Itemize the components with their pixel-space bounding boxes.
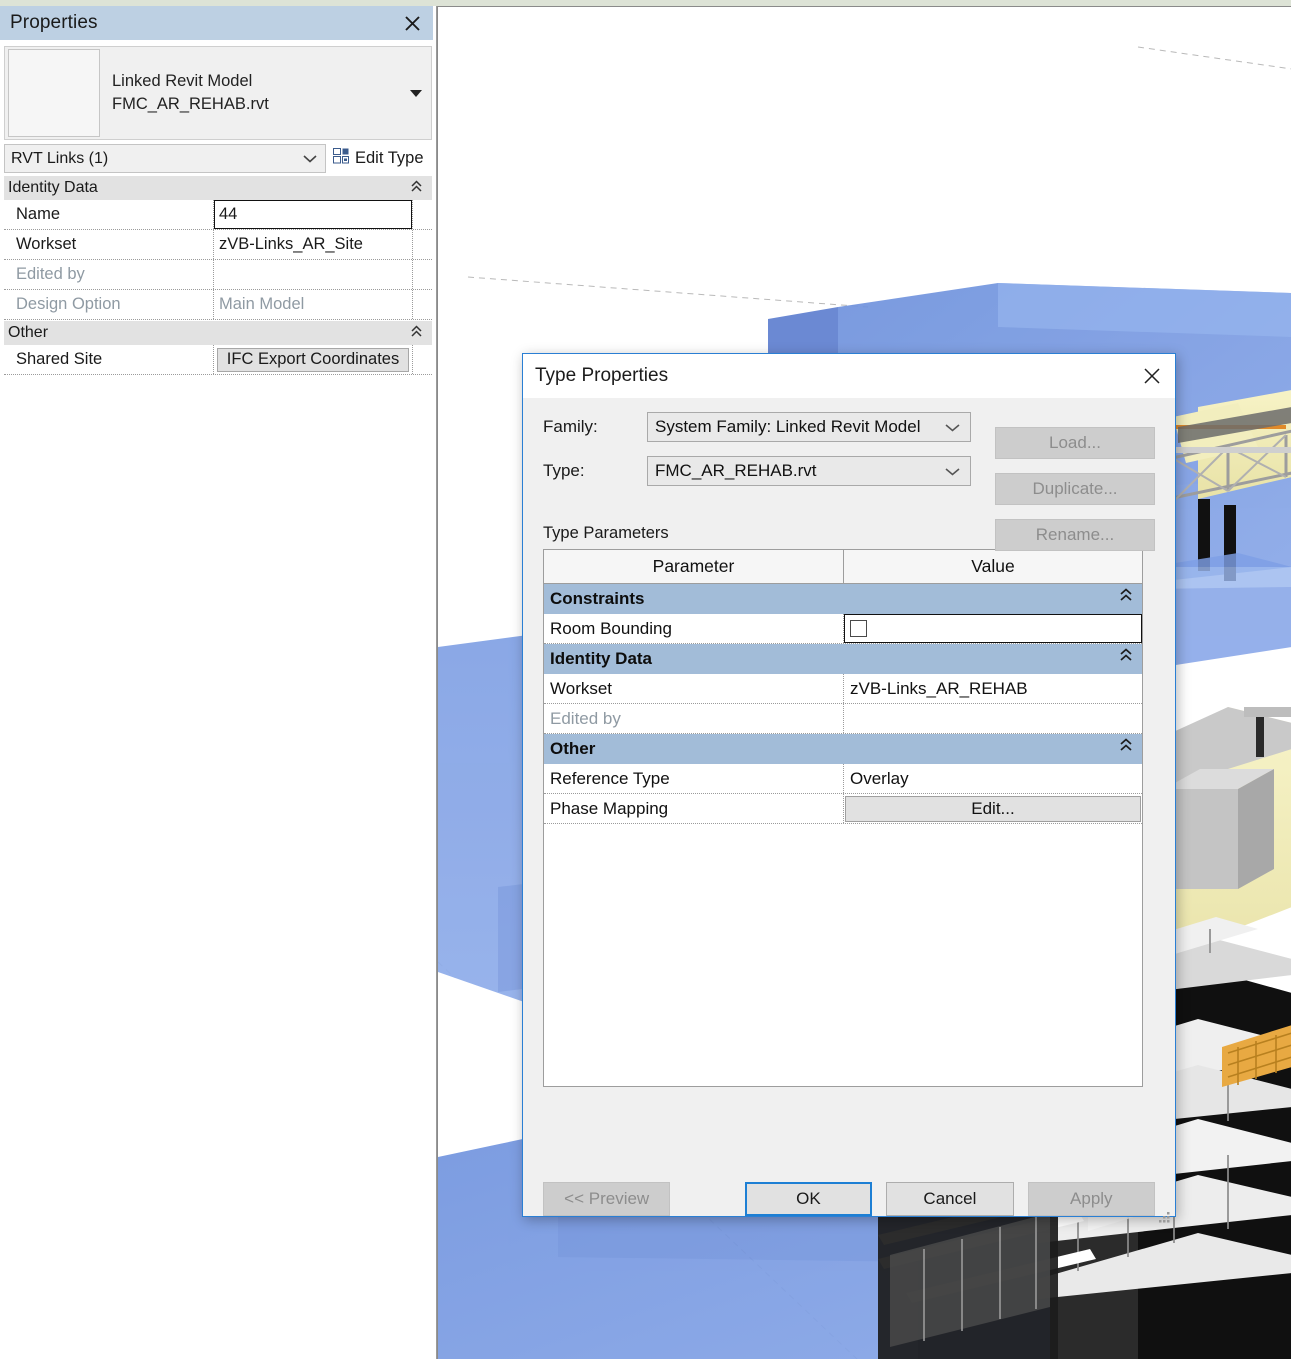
table-section-identity-data[interactable]: Identity Data (544, 644, 1142, 674)
properties-section-label: Other (8, 324, 49, 341)
parameter-name: Room Bounding (544, 614, 844, 643)
chevron-down-icon[interactable] (401, 89, 431, 98)
properties-title-bar: Properties (0, 6, 433, 40)
properties-palette: Properties Linked Revit Model FMC_AR_REH… (0, 6, 437, 1359)
family-label: Family: (543, 417, 598, 436)
table-row-edited-by: Edited by (544, 704, 1142, 734)
type-parameters-table: Parameter Value Constraints Room Boundin… (543, 549, 1143, 1087)
edit-type-icon (333, 148, 350, 169)
grid-gutter (412, 290, 432, 319)
chevron-double-up-icon[interactable] (1120, 647, 1132, 667)
grid-gutter (412, 200, 432, 229)
table-section-label: Identity Data (550, 649, 653, 668)
apply-button[interactable]: Apply (1027, 1182, 1155, 1216)
type-value: FMC_AR_REHAB.rvt (655, 461, 817, 480)
property-name: Name (4, 200, 214, 229)
type-thumbnail (8, 49, 100, 137)
close-icon[interactable] (399, 10, 425, 36)
grid-gutter (412, 230, 432, 259)
table-section-other[interactable]: Other (544, 734, 1142, 764)
resize-grip-icon[interactable] (1158, 1211, 1171, 1229)
table-row-workset[interactable]: Workset zVB-Links_AR_REHAB (544, 674, 1142, 704)
properties-grid: Identity Data Name 44 Workset zVB-Links_… (4, 175, 432, 375)
property-row-workset[interactable]: Workset zVB-Links_AR_Site (4, 230, 432, 260)
type-label: Type: (543, 461, 585, 480)
type-preview-family: Linked Revit Model (112, 71, 253, 90)
type-preview-label: Linked Revit Model FMC_AR_REHAB.rvt (112, 70, 401, 117)
table-section-constraints[interactable]: Constraints (544, 584, 1142, 614)
property-name: Shared Site (4, 345, 214, 374)
property-value-workset[interactable]: zVB-Links_AR_Site (214, 230, 412, 259)
table-section-label: Constraints (550, 589, 645, 608)
properties-section-label: Identity Data (8, 179, 98, 196)
dialog-footer: << Preview OK Cancel Apply (543, 1182, 1155, 1216)
family-value: System Family: Linked Revit Model (655, 417, 921, 436)
family-select[interactable]: System Family: Linked Revit Model (647, 412, 971, 442)
type-preview-box[interactable]: Linked Revit Model FMC_AR_REHAB.rvt (4, 46, 432, 140)
table-header-row: Parameter Value (544, 550, 1142, 584)
dialog-body: Family: System Family: Linked Revit Mode… (523, 412, 1175, 1232)
duplicate-button[interactable]: Duplicate... (995, 473, 1155, 505)
category-selector[interactable]: RVT Links (1) (4, 144, 326, 173)
dialog-title: Type Properties (535, 365, 669, 386)
room-bounding-checkbox[interactable] (850, 620, 867, 637)
property-row-shared-site[interactable]: Shared Site IFC Export Coordinates (4, 345, 432, 375)
table-row-phase-mapping[interactable]: Phase Mapping Edit... (544, 794, 1142, 824)
edit-type-label: Edit Type (355, 149, 424, 167)
properties-title: Properties (10, 12, 98, 33)
type-select[interactable]: FMC_AR_REHAB.rvt (647, 456, 971, 486)
column-header-parameter: Parameter (544, 550, 844, 583)
chevron-down-icon (945, 461, 960, 481)
preview-button[interactable]: << Preview (543, 1182, 671, 1216)
parameter-name: Workset (544, 674, 844, 703)
chevron-double-up-icon[interactable] (1120, 587, 1132, 607)
edit-type-button[interactable]: Edit Type (326, 144, 432, 173)
table-section-label: Other (550, 739, 596, 758)
parameter-name: Reference Type (544, 764, 844, 793)
rename-button[interactable]: Rename... (995, 519, 1155, 551)
property-name: Workset (4, 230, 214, 259)
parameter-value-workset[interactable]: zVB-Links_AR_REHAB (844, 674, 1142, 703)
parameter-name: Phase Mapping (544, 794, 844, 823)
property-value-name-input[interactable]: 44 (214, 200, 412, 229)
ok-button[interactable]: OK (744, 1182, 873, 1216)
close-icon[interactable] (1129, 354, 1175, 398)
parameter-value-phase-mapping: Edit... (844, 794, 1142, 823)
property-value-edited-by (214, 260, 412, 289)
properties-section-other[interactable]: Other (4, 320, 432, 345)
column-header-value: Value (971, 556, 1015, 576)
properties-section-identity-data[interactable]: Identity Data (4, 175, 432, 200)
parameter-value-edited-by (844, 704, 1142, 733)
chevron-double-up-icon[interactable] (411, 325, 422, 343)
type-properties-dialog: Type Properties Family: System Family: L… (522, 353, 1176, 1223)
table-row-reference-type[interactable]: Reference Type Overlay (544, 764, 1142, 794)
parameter-name: Edited by (544, 704, 844, 733)
load-button[interactable]: Load... (995, 427, 1155, 459)
ifc-export-coordinates-button[interactable]: IFC Export Coordinates (217, 347, 409, 372)
parameter-value-room-bounding[interactable] (844, 614, 1142, 643)
property-row-edited-by: Edited by (4, 260, 432, 290)
category-selector-value: RVT Links (1) (11, 149, 109, 167)
category-selector-row: RVT Links (1) Edit Type (4, 144, 432, 173)
property-name: Design Option (4, 290, 214, 319)
property-name: Edited by (4, 260, 214, 289)
property-row-design-option: Design Option Main Model (4, 290, 432, 320)
chevron-down-icon (303, 150, 317, 168)
type-preview-type: FMC_AR_REHAB.rvt (112, 95, 269, 113)
parameter-value-reference-type[interactable]: Overlay (844, 764, 1142, 793)
dialog-side-buttons: Load... Duplicate... Rename... (995, 427, 1155, 551)
chevron-down-icon (945, 417, 960, 437)
cancel-button[interactable]: Cancel (886, 1182, 1014, 1216)
table-row-room-bounding[interactable]: Room Bounding (544, 614, 1142, 644)
grid-gutter (412, 260, 432, 289)
dialog-title-bar[interactable]: Type Properties (523, 354, 1175, 398)
property-value-design-option: Main Model (219, 295, 305, 313)
grid-gutter (412, 345, 432, 374)
property-value-shared-site: IFC Export Coordinates (214, 345, 412, 374)
phase-mapping-edit-button[interactable]: Edit... (845, 795, 1141, 822)
chevron-double-up-icon[interactable] (1120, 737, 1132, 757)
chevron-double-up-icon[interactable] (411, 180, 422, 198)
property-row-name[interactable]: Name 44 (4, 200, 432, 230)
